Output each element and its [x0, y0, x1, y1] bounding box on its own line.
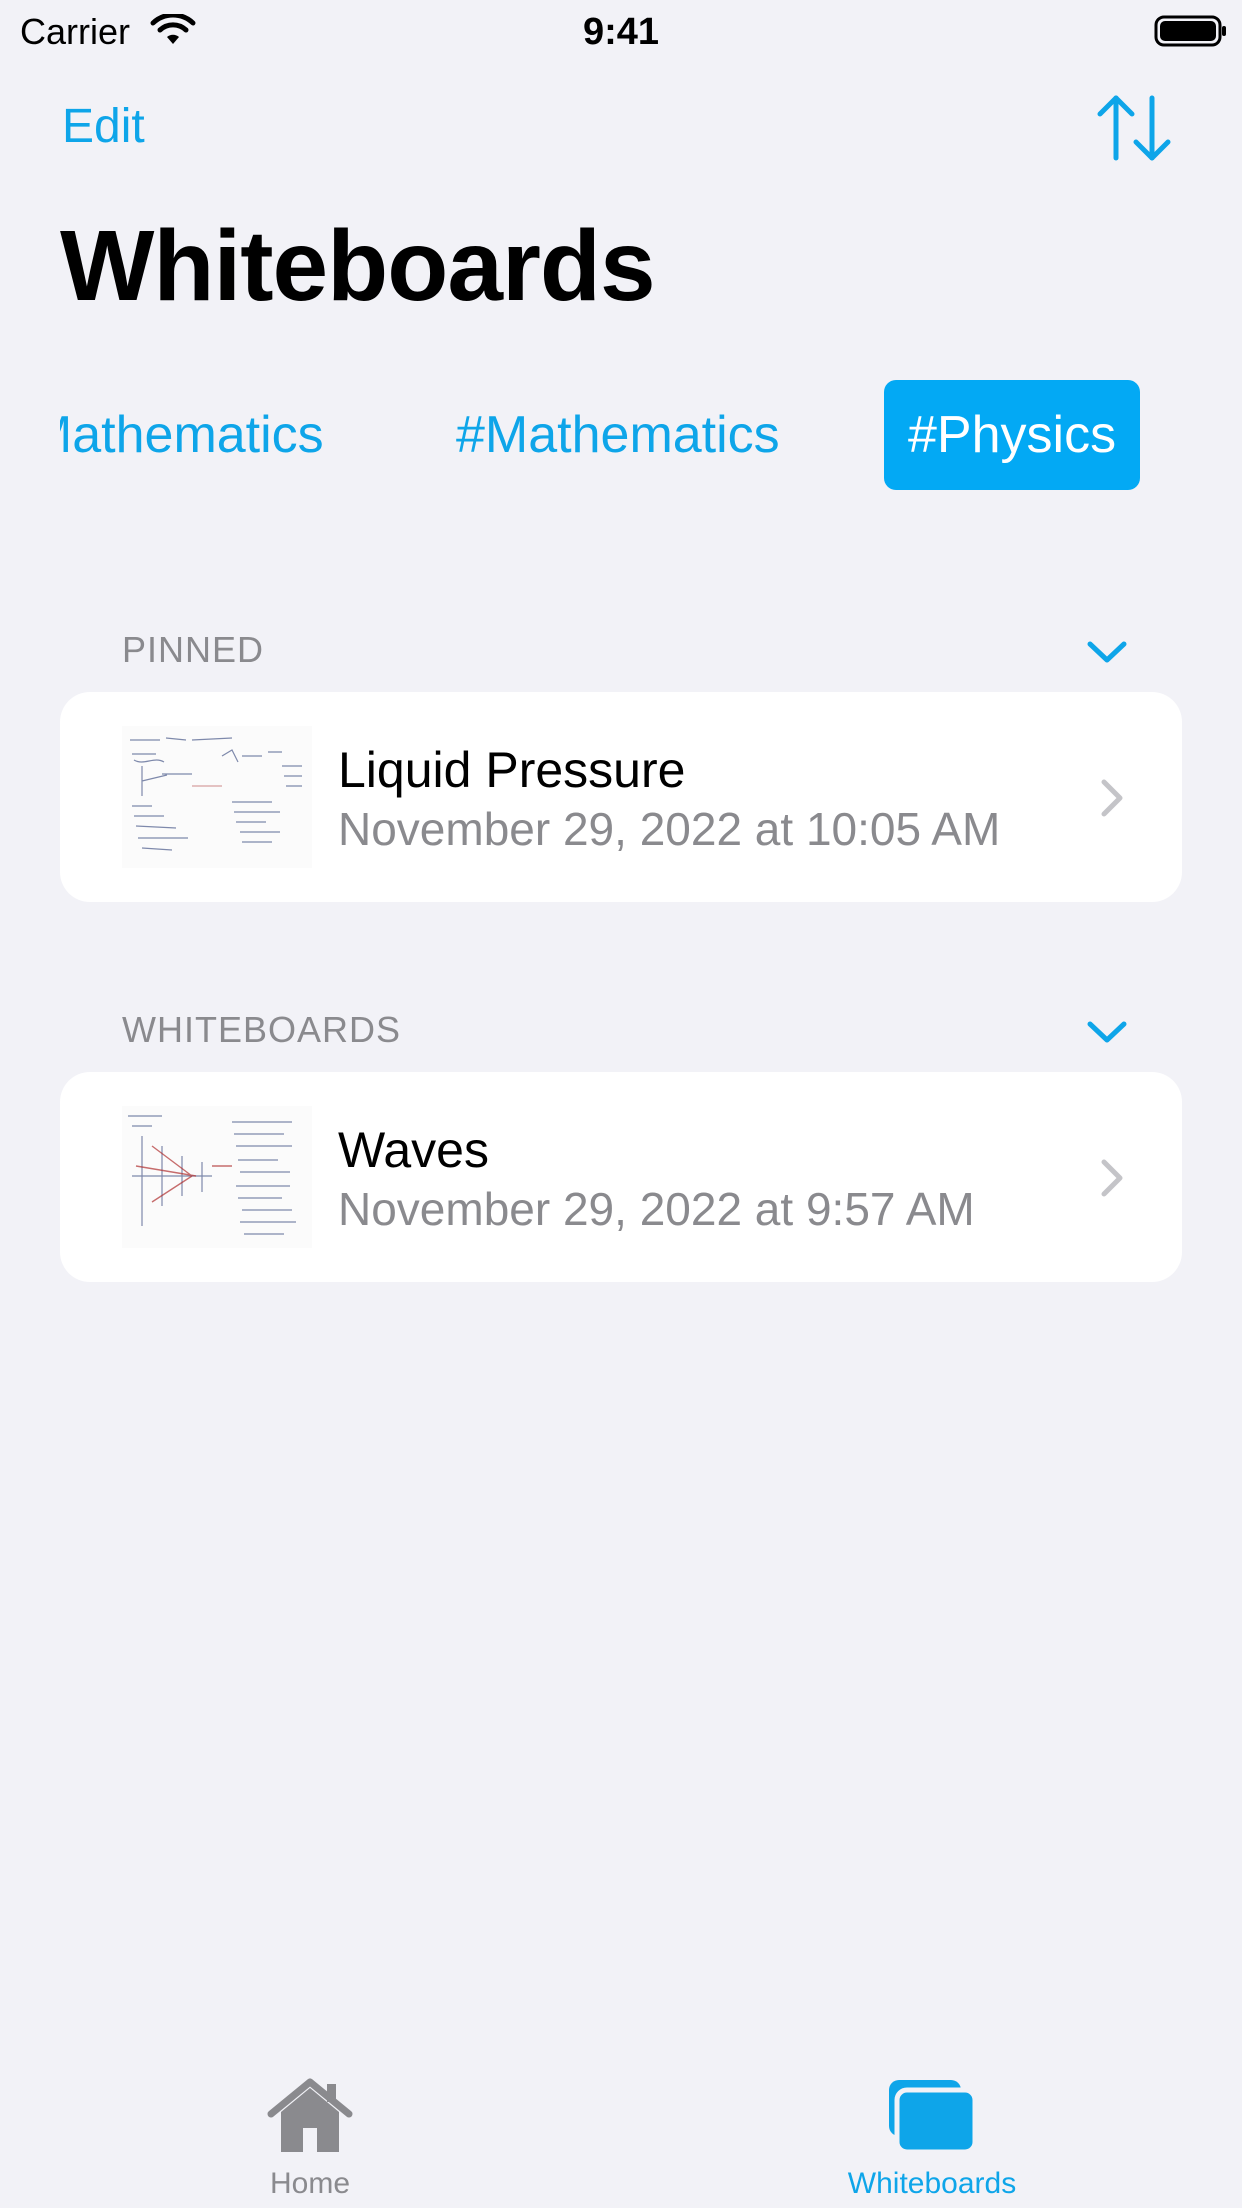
whiteboard-card-waves[interactable]: Waves November 29, 2022 at 9:57 AM — [60, 1072, 1182, 1282]
status-bar: Carrier 9:41 — [0, 0, 1242, 64]
tab-bar: Home Whiteboards — [0, 2060, 1242, 2208]
tab-home-label: Home — [269, 2167, 351, 2200]
tab-whiteboards-label: Whiteboards — [847, 2167, 1017, 2200]
whiteboard-thumbnail — [122, 726, 312, 868]
whiteboards-stack-icon — [889, 2080, 977, 2155]
tag-filter-strip[interactable]: #Mathematics #Mathematics #Physics — [60, 380, 1180, 490]
page-title: Whiteboards — [60, 210, 656, 322]
section-header-pinned: PINNED — [122, 629, 265, 670]
section-header-whiteboards: WHITEBOARDS — [122, 1009, 402, 1050]
whiteboard-title: Liquid Pressure — [338, 742, 686, 798]
tag-mathematics[interactable]: #Mathematics — [456, 380, 780, 490]
battery-icon — [1154, 15, 1226, 47]
house-icon — [267, 2078, 353, 2152]
whiteboard-thumbnail — [122, 1106, 312, 1248]
whiteboard-date: November 29, 2022 at 10:05 AM — [338, 803, 1001, 855]
chevron-right-icon — [1101, 779, 1123, 817]
tag-physics-selected[interactable]: #Physics — [884, 380, 1141, 490]
chevron-right-icon — [1101, 1159, 1123, 1197]
whiteboard-title: Waves — [338, 1122, 489, 1178]
tab-whiteboards[interactable]: Whiteboards — [772, 2076, 1092, 2202]
whiteboard-date: November 29, 2022 at 9:57 AM — [338, 1183, 975, 1235]
tab-home[interactable]: Home — [150, 2076, 470, 2202]
status-time: 9:41 — [582, 11, 660, 53]
edit-button[interactable]: Edit — [62, 98, 145, 156]
chevron-down-icon[interactable] — [1086, 638, 1128, 666]
chevron-down-icon[interactable] — [1086, 1018, 1128, 1046]
sort-arrows-icon[interactable] — [1094, 92, 1174, 164]
tag-mathematics-partial[interactable]: #Mathematics — [60, 380, 324, 490]
whiteboard-card-liquid-pressure[interactable]: Liquid Pressure November 29, 2022 at 10:… — [60, 692, 1182, 902]
